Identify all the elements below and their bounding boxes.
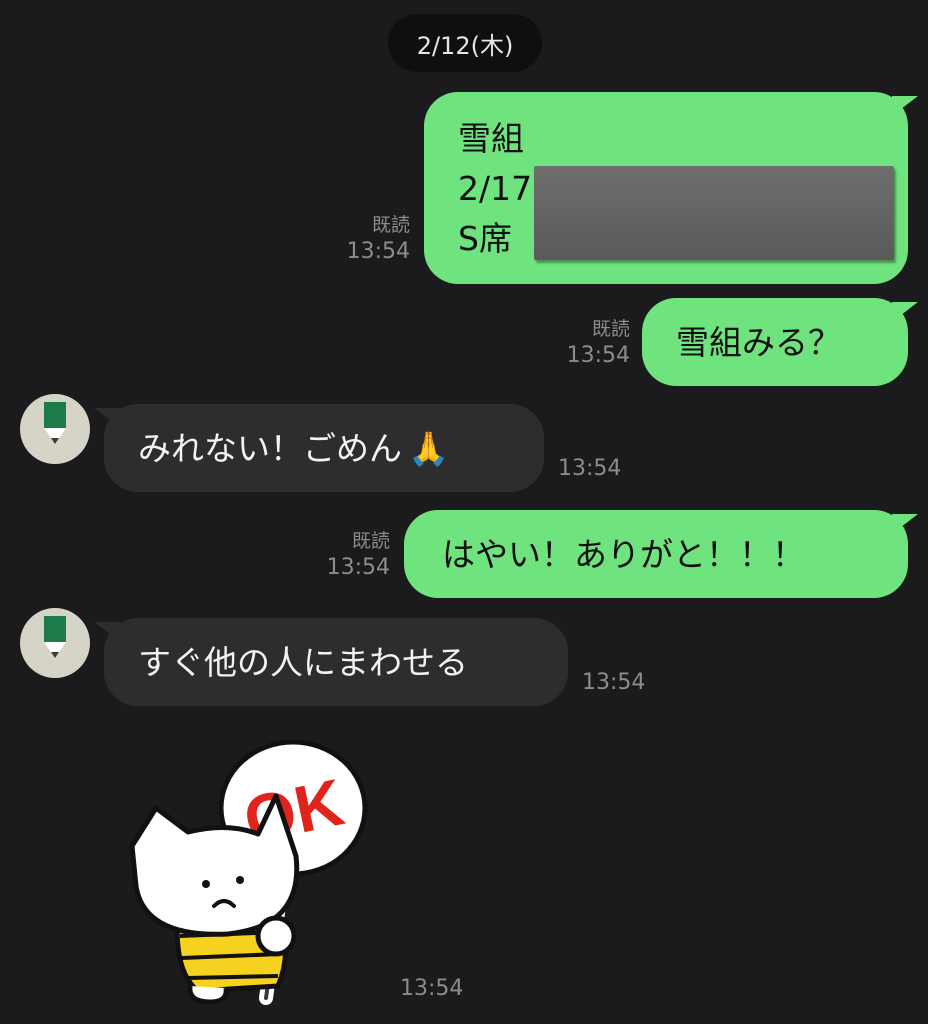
date-label: 2/12(木) [416, 31, 514, 60]
folded-hands-emoji: 🙏 [408, 428, 450, 468]
bubble-tail [94, 622, 120, 642]
outgoing-message-2[interactable]: 雪組みる？ [642, 298, 918, 386]
message-time: 13:54 [400, 976, 464, 1001]
message-time: 13:54 [346, 238, 410, 264]
contact-avatar[interactable] [20, 608, 90, 678]
green-pencil-avatar-icon [44, 402, 66, 444]
message-time: 13:54 [582, 670, 646, 695]
read-receipt: 既読 [351, 530, 390, 552]
read-receipt: 既読 [591, 318, 630, 340]
message-meta-4: 既読 13:54 [327, 530, 390, 581]
date-separator: 2/12(木) [388, 14, 542, 72]
bubble-tail [892, 96, 918, 116]
incoming-message-3[interactable]: みれない！ごめん 🙏 [94, 404, 544, 492]
bubble-tail [94, 408, 120, 428]
bubble-tail [892, 302, 918, 322]
read-receipt: 既読 [371, 214, 410, 236]
message-line: S席 [458, 219, 512, 258]
message-meta-2: 既読 13:54 [567, 318, 630, 369]
message-text: 雪組みる？ [676, 322, 841, 362]
cat-ok-sign-sticker[interactable]: OK [118, 736, 378, 1006]
message-line: 雪組 [458, 119, 524, 158]
message-time: 13:54 [326, 554, 390, 580]
green-pencil-avatar-icon [44, 616, 66, 658]
incoming-message-5[interactable]: すぐ他の人にまわせる [94, 618, 568, 706]
message-meta-1: 既読 13:54 [347, 214, 410, 265]
message-time: 13:54 [566, 342, 630, 368]
message-text: みれない！ごめん [138, 428, 402, 468]
message-text: はやい！ありがと！！！ [442, 534, 805, 574]
outgoing-message-4[interactable]: はやい！ありがと！！！ [404, 510, 918, 598]
contact-avatar[interactable] [20, 394, 90, 464]
message-line: 2/17 [458, 169, 533, 208]
message-text: すぐ他の人にまわせる [138, 642, 468, 682]
redaction-block [534, 166, 894, 260]
bubble-tail [892, 514, 918, 534]
message-time: 13:54 [558, 456, 622, 481]
